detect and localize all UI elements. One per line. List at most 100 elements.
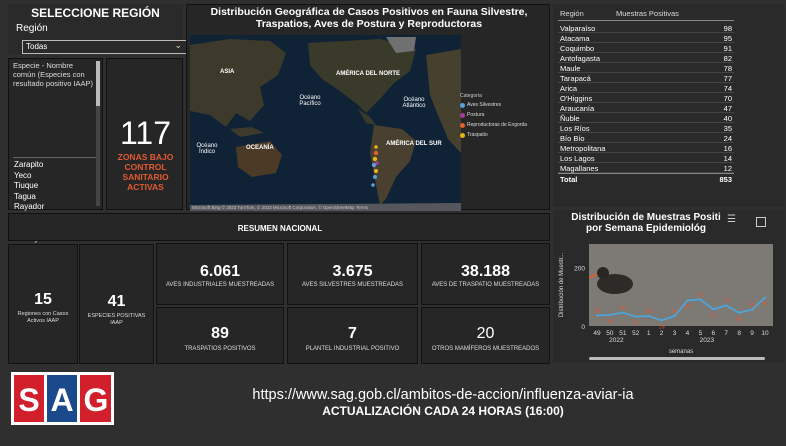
card-backyard-positive-value: 89 — [211, 325, 229, 342]
map-label-north-america: AMÉRICA DEL NORTE — [336, 71, 401, 77]
legend-dot-icon — [460, 103, 465, 108]
card-industrial-value: 6.061 — [199, 263, 241, 280]
map-label-south-america: AMÉRICA DEL SUR — [386, 141, 442, 147]
card-species: 41 ESPECIES POSITIVAS IAAP — [79, 244, 154, 364]
region-table: Región Muestras Positivas Valparaíso 98 At… — [553, 4, 785, 207]
species-item[interactable]: Tiuque — [14, 181, 100, 192]
table-row[interactable]: Bío Bío 24 — [558, 133, 734, 143]
focus-mode-icon[interactable] — [756, 217, 766, 227]
table-cell-samples: 40 — [723, 114, 732, 123]
series-point — [596, 314, 598, 317]
table-row[interactable]: O'Higgins 70 — [558, 93, 734, 103]
x-tick-label: 3 — [673, 330, 677, 337]
legend-title: Categoría — [460, 93, 482, 99]
species-scrollbar-thumb[interactable] — [96, 61, 100, 106]
map-label-asia: ASIA — [220, 69, 235, 75]
card-mammals-value: 20 — [476, 325, 495, 342]
map-label-atlantic: Océano Atlántico — [402, 97, 426, 109]
series-point — [647, 315, 650, 318]
legend-items: Aves Silvestres Postura Reproductoras de E… — [460, 101, 550, 141]
filter-icon[interactable]: ☰ — [727, 214, 736, 225]
table-cell-samples: 70 — [723, 94, 732, 103]
legend-label: Postura — [467, 112, 485, 118]
table-cell-region: Coquimbo — [560, 44, 595, 53]
table-cell-region: Metropolitana — [560, 144, 606, 153]
table-row[interactable]: Antofagasta 82 — [558, 53, 734, 63]
footer-url-link[interactable]: https://www.sag.gob.cl/ambitos-de-accion… — [150, 387, 736, 403]
legend-dot-icon — [460, 113, 465, 118]
zones-label: ZONAS BAJO CONTROL SANITARIO ACTIVAS — [117, 152, 174, 192]
species-item[interactable]: Rayador — [14, 202, 100, 213]
table-row[interactable]: Tarapacá 77 — [558, 73, 734, 83]
table-row[interactable]: Ñuble 40 — [558, 113, 734, 123]
series-point — [725, 304, 728, 307]
table-cell-samples: 77 — [723, 74, 732, 83]
legend-dot-icon — [460, 133, 465, 138]
world-map[interactable]: ASIA AMÉRICA DEL NORTE Océano Pacífico O… — [190, 35, 461, 211]
table-cell-samples: 16 — [723, 144, 732, 153]
footer-update-note: ACTUALIZACIÓN CADA 24 HORAS (16:00) — [322, 404, 564, 418]
summary-header: RESUMEN NACIONAL — [8, 213, 550, 241]
series-point — [712, 308, 715, 311]
x-tick-label: 2 — [660, 330, 664, 337]
table-row[interactable]: Magallanes 12 — [558, 163, 734, 173]
region-dropdown[interactable]: Todas ⌄ — [22, 40, 187, 54]
table-cell-samples: 35 — [723, 124, 732, 133]
table-row[interactable]: Coquimbo 91 — [558, 43, 734, 53]
series-point — [764, 296, 766, 299]
card-backyard-positive-label: TRASPATIOS POSITIVOS — [184, 346, 256, 352]
series-point — [634, 315, 637, 318]
data-label: 56 — [749, 303, 755, 309]
legend-item[interactable]: Postura — [460, 111, 550, 121]
legend-item[interactable]: Reproductoras de Engorda — [460, 121, 550, 131]
sag-logo-graphic: S A G — [11, 372, 114, 425]
table-row[interactable]: Los Ríos 35 — [558, 123, 734, 133]
card-mammals: 20 OTROS MAMÍFEROS MUESTREADOS — [421, 307, 550, 364]
data-label: 57 — [710, 313, 716, 319]
species-slicer: Especie - Nombre común (Especies con res… — [8, 58, 103, 264]
region-label: Región — [16, 23, 48, 34]
table-cell-region: Arica — [560, 84, 578, 93]
card-industrial-positive-value: 7 — [348, 325, 357, 342]
table-cell-samples: 78 — [723, 64, 732, 73]
card-species-label: ESPECIES POSITIVAS IAAP — [87, 313, 146, 326]
table-row[interactable]: Atacama 95 — [558, 33, 734, 43]
table-row[interactable]: Metropolitana 16 — [558, 143, 734, 153]
svg-text:G: G — [84, 382, 109, 418]
card-mammals-label: OTROS MAMÍFEROS MUESTREADOS — [431, 346, 540, 352]
data-label: 45 — [736, 317, 742, 323]
legend-item[interactable]: Traspatio — [460, 131, 550, 141]
card-wild-value: 3.675 — [332, 263, 373, 280]
x-tick-label: 8 — [737, 330, 741, 337]
table-row[interactable]: Los Lagos 14 — [558, 153, 734, 163]
data-label: 36 — [594, 308, 600, 314]
card-backyard-positive: 89 TRASPATIOS POSITIVOS — [156, 307, 284, 364]
data-label: 34 — [671, 309, 677, 315]
table-row[interactable]: Araucanía 47 — [558, 103, 734, 113]
data-label: 91 — [697, 292, 703, 298]
series-point — [699, 298, 702, 301]
x-tick-label: 4 — [686, 330, 690, 337]
table-row[interactable]: Maule 78 — [558, 63, 734, 73]
table-cell-region: Atacama — [560, 34, 590, 43]
epi-chart-title: Distribución de Muestras Positi por Sema… — [556, 212, 736, 234]
table-header-region[interactable]: Región — [560, 9, 584, 18]
table-header-samples[interactable]: Muestras Positivas — [616, 9, 679, 18]
y-axis-label: Distribución de Muestr... — [559, 252, 565, 317]
species-item[interactable]: Zarapito — [14, 160, 100, 171]
species-item[interactable]: Yeco — [14, 171, 100, 182]
bird-photo-head — [597, 267, 609, 279]
map-label-indian: Océano Índico — [196, 143, 218, 155]
map-panel: Distribución Geográfica de Casos Positiv… — [186, 4, 550, 211]
table-cell-samples: 14 — [723, 154, 732, 163]
species-item[interactable]: Tagua — [14, 192, 100, 203]
table-total-label: Total — [560, 175, 578, 184]
card-industrial-positive: 7 PLANTEL INDUSTRIAL POSITIVO — [287, 307, 418, 364]
table-row[interactable]: Arica 74 — [558, 83, 734, 93]
y-tick-label: 0 — [581, 324, 585, 331]
legend-item[interactable]: Aves Silvestres — [460, 101, 550, 111]
table-row[interactable]: Valparaíso 98 — [558, 23, 734, 33]
data-label: 32 — [633, 321, 639, 327]
table-body: Valparaíso 98 Atacama 95 Coquimbo 91 Antofagas… — [558, 23, 734, 184]
svg-text:S: S — [18, 382, 39, 418]
